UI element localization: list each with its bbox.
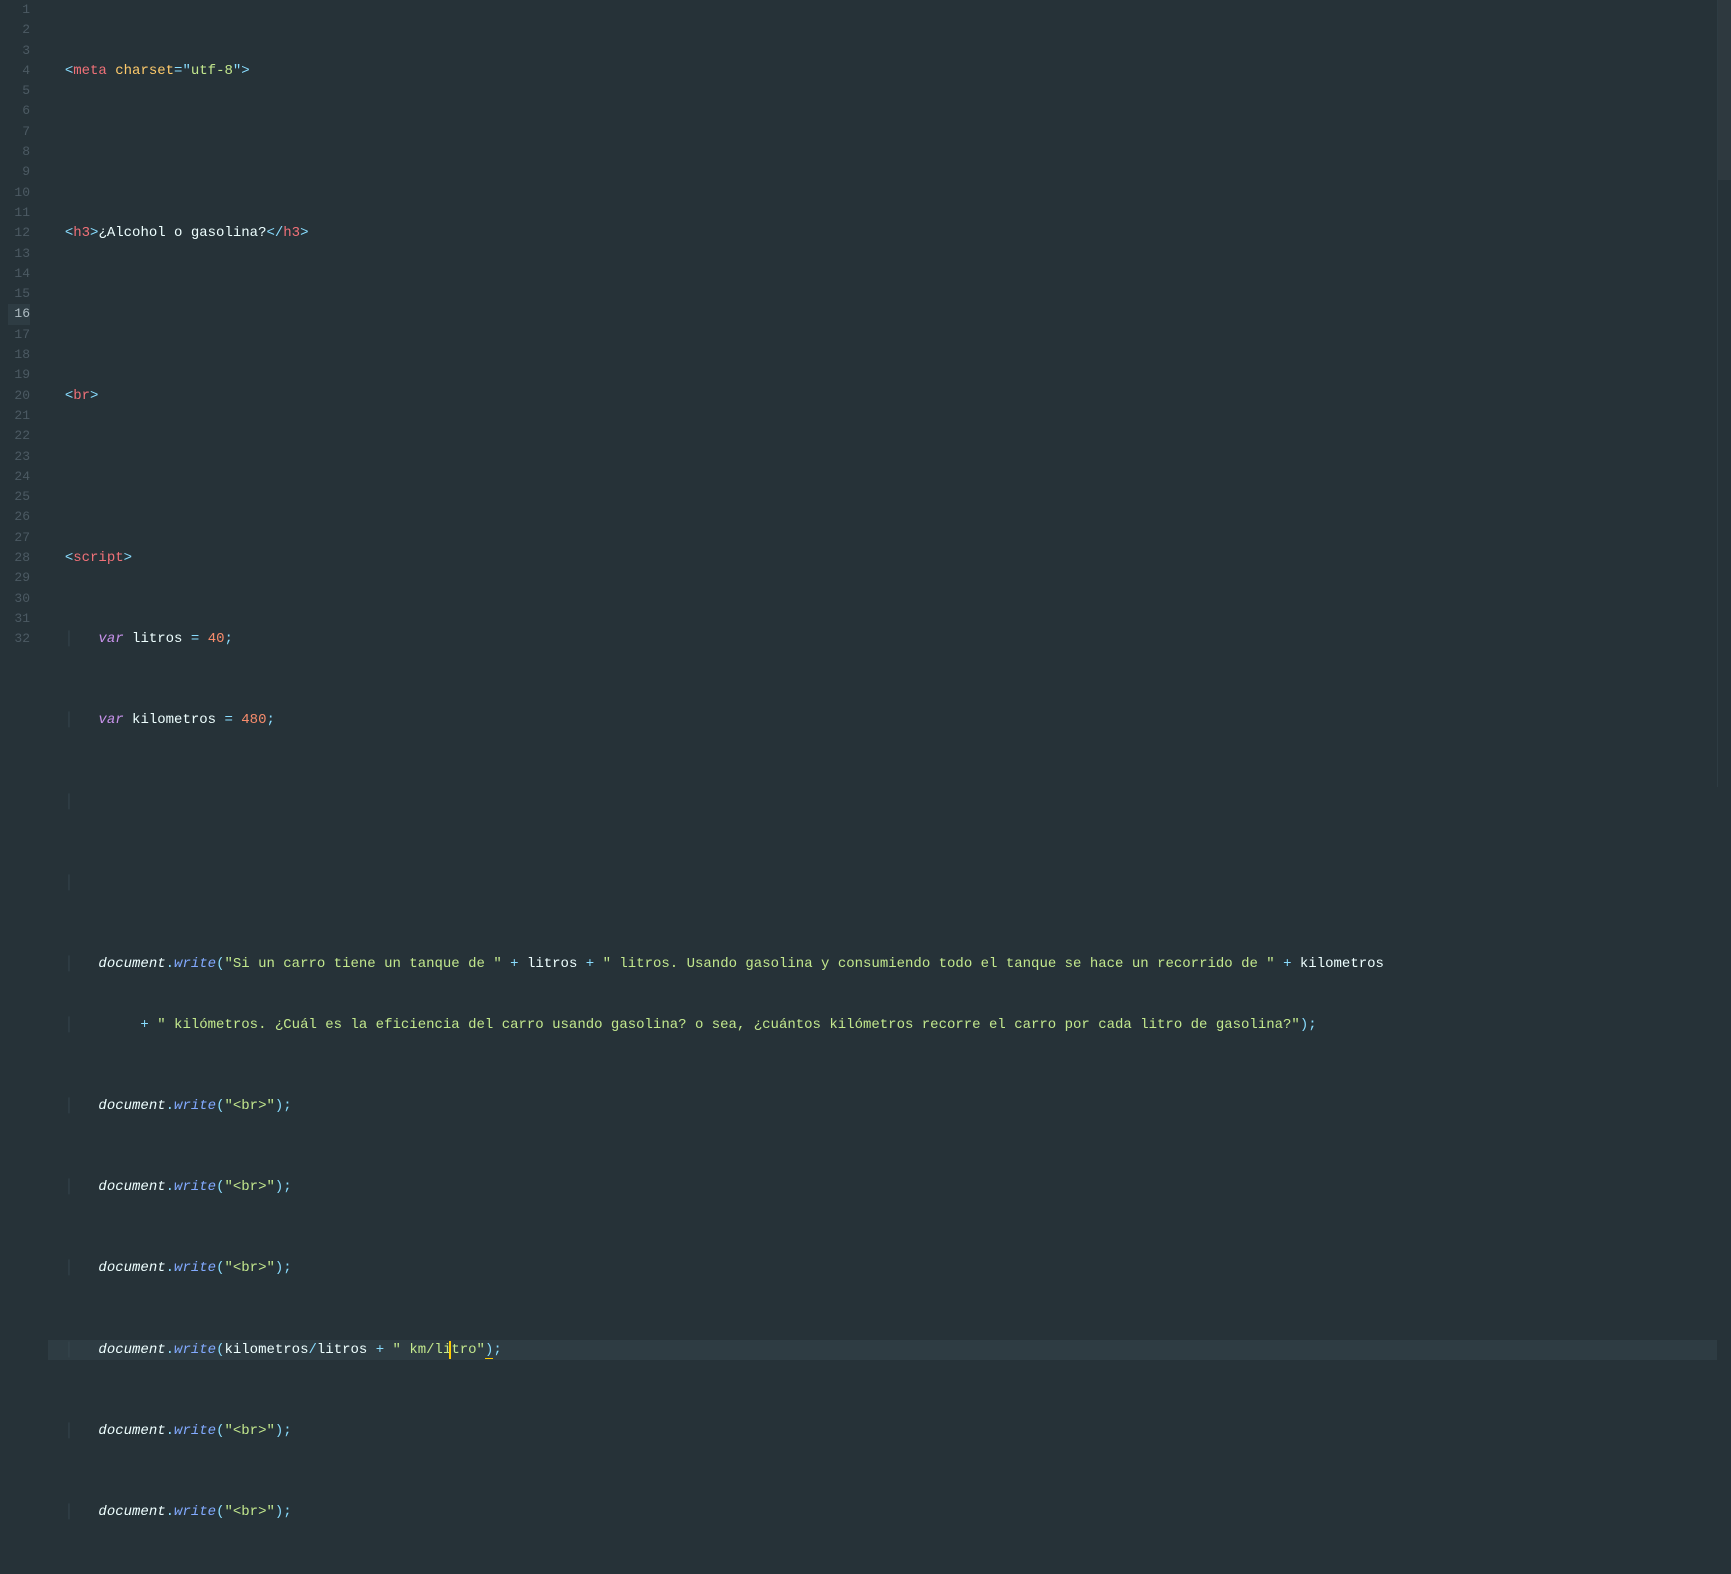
- code-line[interactable]: │ document.write("<br>");: [48, 1421, 1717, 1441]
- identifier: litros: [132, 631, 182, 647]
- code-area[interactable]: <meta charset="utf-8"> <h3>¿Alcohol o ga…: [46, 0, 1717, 787]
- code-line[interactable]: [48, 467, 1717, 487]
- string: "<br>": [224, 1098, 274, 1114]
- line-number: 23: [8, 447, 30, 467]
- line-number: 14: [8, 264, 30, 284]
- line-number: 24: [8, 467, 30, 487]
- line-number-gutter: 1 2 3 4 5 6 7 8 9 10 11 12 13 14 15 16 1…: [0, 0, 46, 787]
- text-cursor: [449, 1341, 451, 1359]
- number: 40: [208, 631, 225, 647]
- line-number: 4: [8, 61, 30, 81]
- line-number: 6: [8, 101, 30, 121]
- code-line[interactable]: <h3>¿Alcohol o gasolina?</h3>: [48, 223, 1717, 243]
- line-number: 20: [8, 386, 30, 406]
- string: " litros. Usando gasolina y consumiendo …: [603, 956, 1275, 972]
- line-number: 31: [8, 609, 30, 629]
- line-number: 1: [8, 0, 30, 20]
- line-number: 27: [8, 528, 30, 548]
- code-line[interactable]: │: [48, 873, 1717, 893]
- line-number: 2: [8, 20, 30, 40]
- line-number: 10: [8, 183, 30, 203]
- code-line[interactable]: <meta charset="utf-8">: [48, 61, 1717, 81]
- tag-name: meta: [73, 63, 107, 79]
- line-number: 26: [8, 507, 30, 527]
- number: 480: [241, 712, 266, 728]
- code-line[interactable]: │: [48, 792, 1717, 812]
- tag-open: <: [65, 63, 73, 79]
- code-line[interactable]: [48, 304, 1717, 324]
- string: " kilómetros. ¿Cuál es la eficiencia del…: [157, 1017, 1300, 1033]
- code-line[interactable]: │ document.write("<br>");: [48, 1258, 1717, 1278]
- tag-name: h3: [73, 225, 90, 241]
- line-number: 29: [8, 568, 30, 588]
- line-number: 25: [8, 487, 30, 507]
- line-number: 5: [8, 81, 30, 101]
- line-number: 15: [8, 284, 30, 304]
- line-number: 7: [8, 122, 30, 142]
- code-line[interactable]: │ var kilometros = 480;: [48, 710, 1717, 730]
- line-number: 30: [8, 589, 30, 609]
- attr-name: charset: [115, 63, 174, 79]
- minimap-viewport[interactable]: [1718, 0, 1731, 180]
- attr-value: utf-8: [191, 63, 233, 79]
- code-line[interactable]: │ var litros = 40;: [48, 629, 1717, 649]
- method: write: [174, 956, 216, 972]
- line-number: 28: [8, 548, 30, 568]
- line-number: 32: [8, 629, 30, 649]
- string: "Si un carro tiene un tanque de ": [224, 956, 501, 972]
- code-line[interactable]: │ document.write("Si un carro tiene un t…: [48, 954, 1717, 974]
- line-number: 12: [8, 223, 30, 243]
- line-number: 18: [8, 345, 30, 365]
- line-number: 22: [8, 426, 30, 446]
- line-number: 16: [8, 304, 30, 324]
- code-line[interactable]: [48, 142, 1717, 162]
- code-line[interactable]: <br>: [48, 386, 1717, 406]
- line-number: 8: [8, 142, 30, 162]
- code-editor[interactable]: 1 2 3 4 5 6 7 8 9 10 11 12 13 14 15 16 1…: [0, 0, 1731, 787]
- code-line[interactable]: │ document.write("<br>");: [48, 1096, 1717, 1116]
- line-number: 3: [8, 41, 30, 61]
- line-number: 17: [8, 325, 30, 345]
- code-line-active[interactable]: │ document.write(kilometros/litros + " k…: [48, 1340, 1717, 1360]
- minimap[interactable]: [1717, 0, 1731, 787]
- tag-name: br: [73, 388, 90, 404]
- code-line[interactable]: │ document.write("<br>");: [48, 1177, 1717, 1197]
- code-line[interactable]: <script>: [48, 548, 1717, 568]
- keyword: var: [98, 631, 123, 647]
- code-line-wrap[interactable]: │ + " kilómetros. ¿Cuál es la eficiencia…: [48, 1015, 1717, 1035]
- code-line[interactable]: │ document.write("<br>");: [48, 1502, 1717, 1522]
- line-number: 21: [8, 406, 30, 426]
- string: " km/litro": [393, 1342, 485, 1358]
- text-content: ¿Alcohol o gasolina?: [98, 225, 266, 241]
- tag-name: script: [73, 550, 123, 566]
- line-number: 11: [8, 203, 30, 223]
- object: document: [98, 956, 165, 972]
- bracket-match: ): [485, 1342, 493, 1359]
- line-number: 13: [8, 244, 30, 264]
- identifier: kilometros: [132, 712, 216, 728]
- line-number: 9: [8, 162, 30, 182]
- line-number: 19: [8, 365, 30, 385]
